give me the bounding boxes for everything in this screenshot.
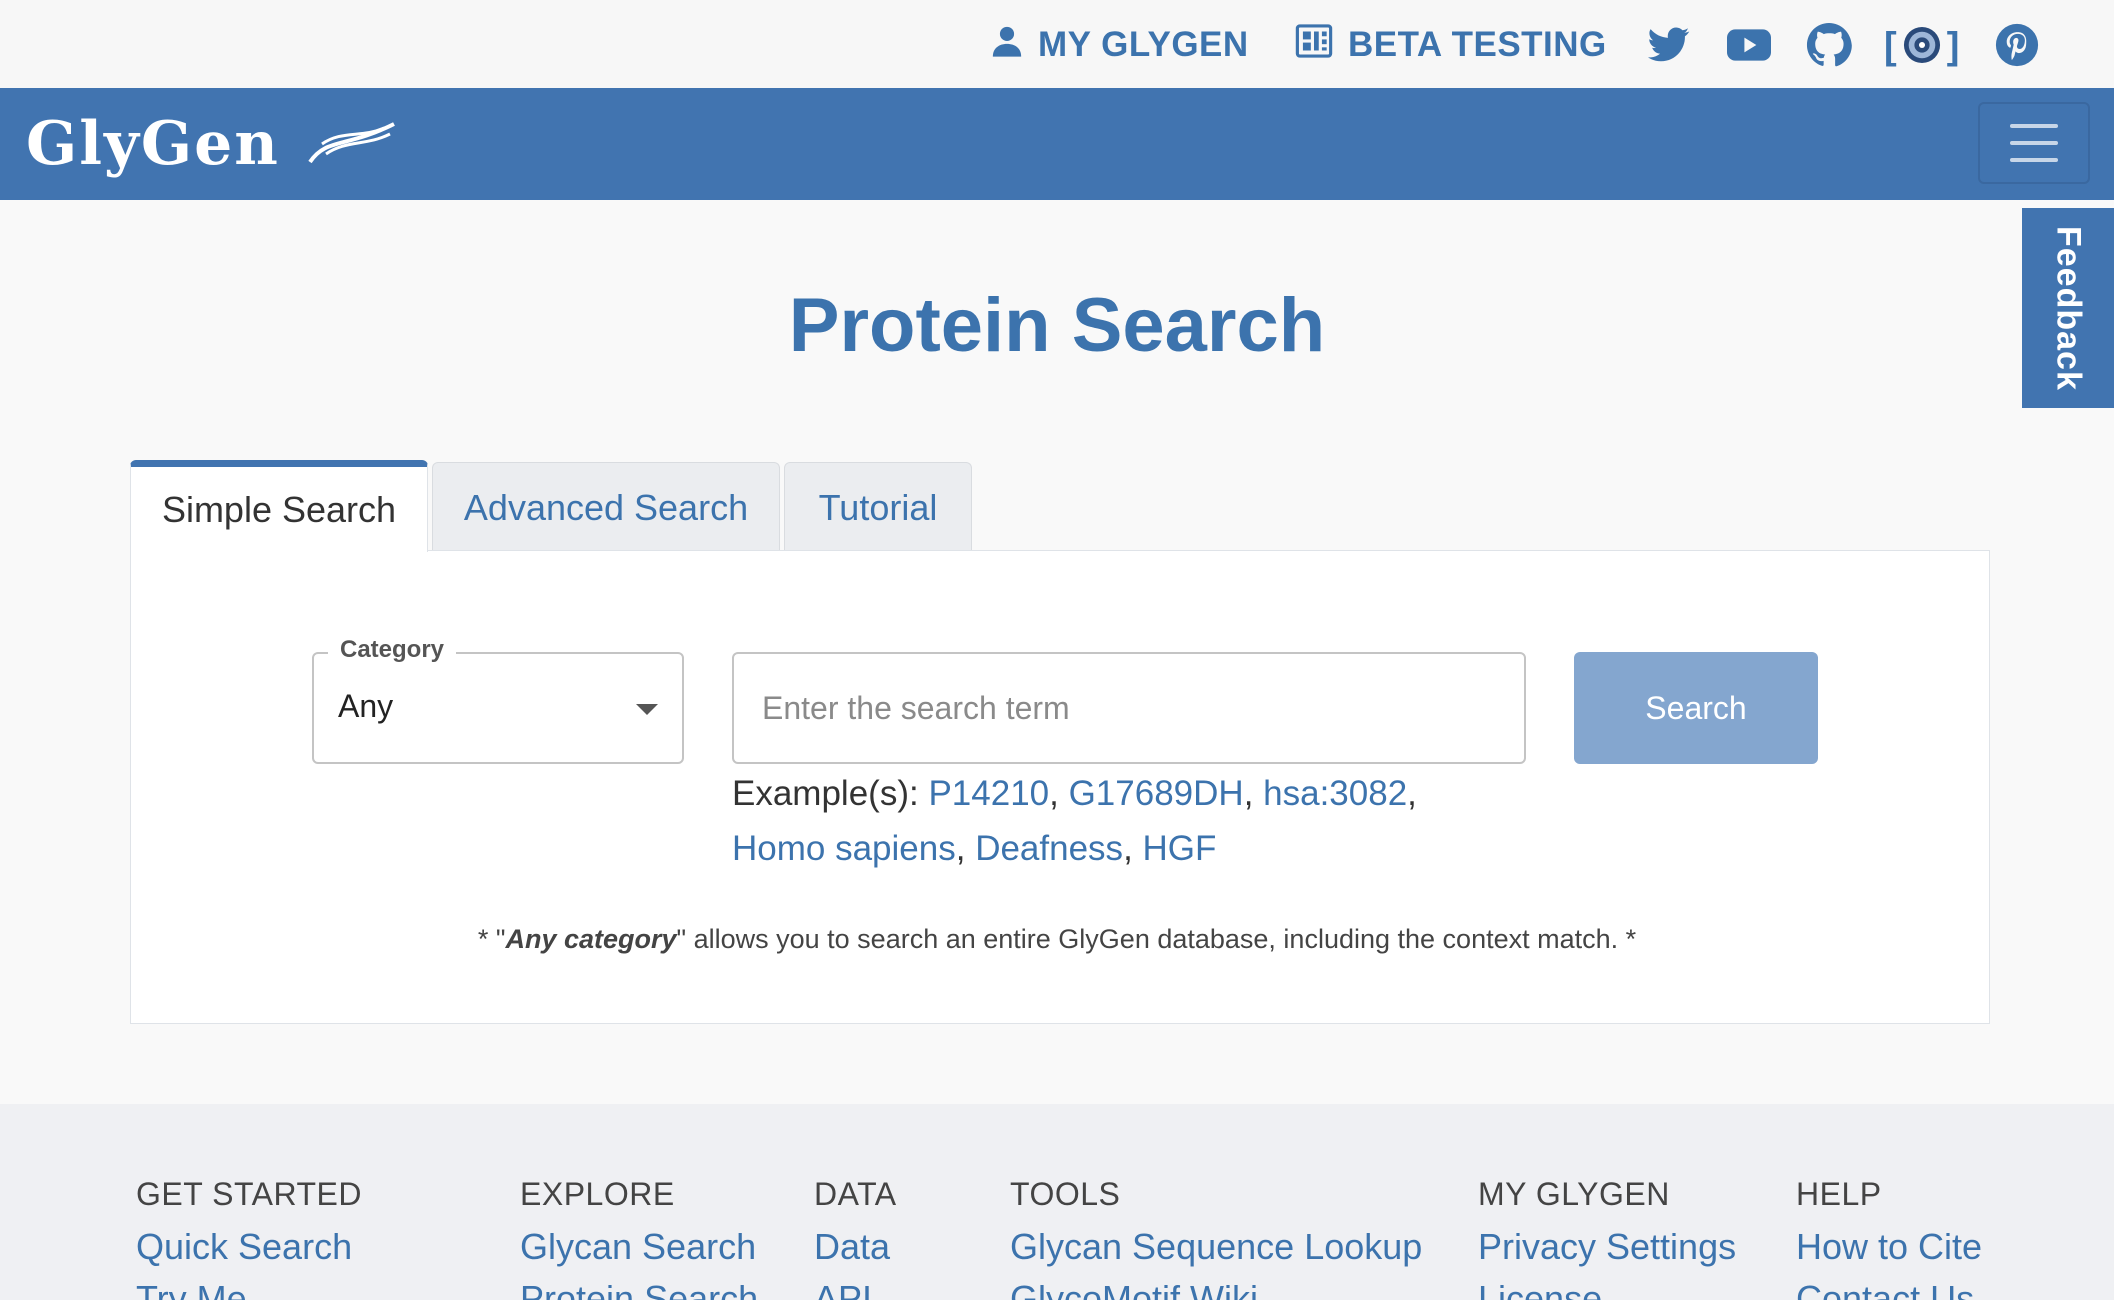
example-link[interactable]: P14210 (928, 774, 1049, 813)
footer-column-get-started: GET STARTED Quick Search Try Me (136, 1170, 362, 1300)
footer-link[interactable]: Contact Us (1796, 1274, 1982, 1300)
note-suffix: " allows you to search an entire GlyGen … (676, 924, 1637, 954)
tab-advanced-search[interactable]: Advanced Search (432, 462, 780, 552)
category-label: Category (328, 636, 457, 664)
footer-link[interactable]: Glycan Search (520, 1222, 758, 1274)
footer-column-data: DATA Data API (814, 1170, 897, 1300)
tab-simple-search[interactable]: Simple Search (130, 460, 428, 552)
search-button[interactable]: Search (1574, 652, 1818, 764)
hamburger-line (2010, 158, 2058, 162)
footer-heading: DATA (814, 1176, 897, 1212)
example-link[interactable]: Homo sapiens (732, 829, 956, 868)
footer-link[interactable]: How to Cite (1796, 1222, 1982, 1274)
note-emphasis: Any category (505, 924, 677, 954)
footer-link[interactable]: API (814, 1274, 897, 1300)
main-navbar: GlyGen (0, 88, 2114, 200)
footer-link[interactable]: Glycan Sequence Lookup (1010, 1222, 1422, 1274)
footer-column-explore: EXPLORE Glycan Search Protein Search (520, 1170, 758, 1300)
footer-heading: EXPLORE (520, 1176, 675, 1212)
my-glygen-link[interactable]: MY GLYGEN (990, 20, 1249, 70)
my-glygen-label: MY GLYGEN (1038, 25, 1249, 64)
search-examples: Example(s): P14210, G17689DH, hsa:3082, … (732, 774, 1417, 868)
chevron-down-icon (636, 704, 658, 715)
pinterest-icon[interactable] (1994, 22, 2040, 68)
example-link[interactable]: Deafness (975, 829, 1123, 868)
footer-heading: GET STARTED (136, 1176, 362, 1212)
menu-toggle-button[interactable] (1978, 102, 2090, 184)
example-link[interactable]: HGF (1143, 829, 1217, 868)
dashboard-icon (1294, 22, 1334, 69)
beta-testing-label: BETA TESTING (1348, 25, 1607, 64)
beta-testing-link[interactable]: BETA TESTING (1294, 20, 1607, 70)
example-link[interactable]: hsa:3082 (1263, 774, 1407, 813)
brand-logo[interactable]: GlyGen (26, 106, 280, 182)
wordpress-icon[interactable]: [ ] (1884, 22, 1960, 68)
footer-heading: HELP (1796, 1176, 1882, 1212)
youtube-icon[interactable] (1726, 22, 1772, 68)
github-icon[interactable] (1806, 22, 1852, 68)
footer-link[interactable]: License (1478, 1274, 1736, 1300)
svg-text:]: ] (1947, 25, 1960, 67)
footer-column-tools: TOOLS Glycan Sequence Lookup GlycoMotif … (1010, 1170, 1422, 1300)
footer-link[interactable]: Protein Search (520, 1274, 758, 1300)
user-icon (990, 24, 1024, 67)
hamburger-line (2010, 141, 2058, 145)
svg-text:[: [ (1884, 25, 1897, 67)
examples-label: Example(s): (732, 774, 919, 813)
footer-link[interactable]: Data (814, 1222, 897, 1274)
footer-column-help: HELP How to Cite Contact Us (1796, 1170, 1982, 1300)
search-input[interactable] (732, 652, 1526, 764)
footer-link[interactable]: Quick Search (136, 1222, 362, 1274)
example-link[interactable]: G17689DH (1069, 774, 1244, 813)
footer-link[interactable]: Try Me (136, 1274, 362, 1300)
any-category-note: * "Any category" allows you to search an… (0, 924, 2114, 955)
footer-link[interactable]: Privacy Settings (1478, 1222, 1736, 1274)
footer-link[interactable]: GlycoMotif Wiki (1010, 1274, 1422, 1300)
footer-heading: TOOLS (1010, 1176, 1121, 1212)
footer-heading: MY GLYGEN (1478, 1176, 1670, 1212)
footer-column-my-glygen: MY GLYGEN Privacy Settings License (1478, 1170, 1736, 1300)
page-title: Protein Search (788, 283, 1326, 368)
note-prefix: * " (477, 924, 506, 954)
brand-wave-icon (308, 122, 395, 164)
top-utility-bar: MY GLYGEN BETA TESTING [ ] (0, 0, 2114, 88)
tab-tutorial[interactable]: Tutorial (784, 462, 972, 552)
hamburger-line (2010, 124, 2058, 128)
twitter-icon[interactable] (1646, 22, 1692, 68)
category-value: Any (338, 688, 394, 724)
